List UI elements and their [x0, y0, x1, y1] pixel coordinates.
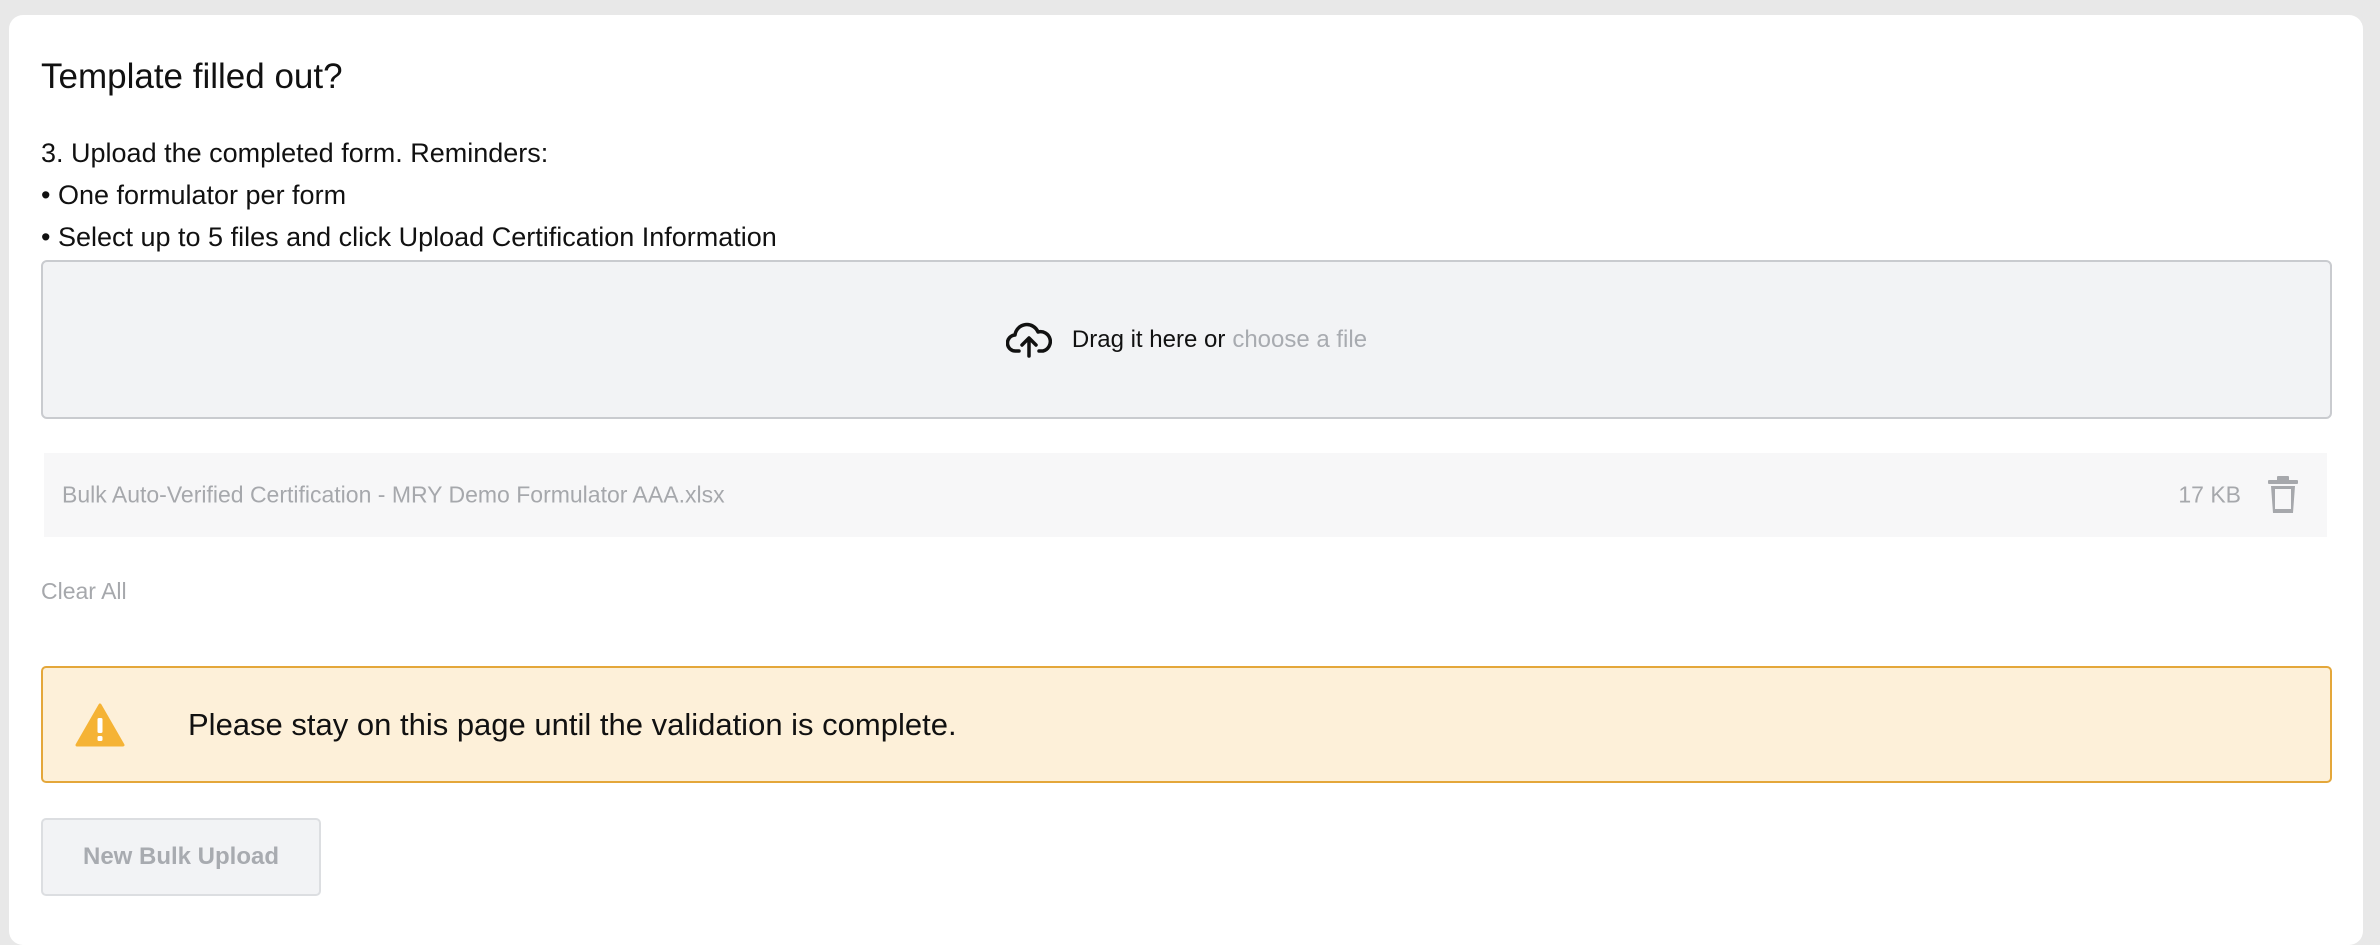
instruction-reminder-one-formulator: • One formulator per form	[41, 180, 347, 210]
uploaded-file-row: Bulk Auto-Verified Certification - MRY D…	[44, 453, 2327, 537]
alert-message: Please stay on this page until the valid…	[188, 706, 957, 742]
new-bulk-upload-button[interactable]: New Bulk Upload	[41, 818, 321, 896]
instruction-step: 3. Upload the completed form. Reminders:	[41, 138, 549, 168]
dropzone-text: Drag it here or	[1071, 325, 1226, 353]
upload-card: Template filled out? 3. Upload the compl…	[9, 15, 2363, 945]
instruction-reminder-file-limit: • Select up to 5 files and click Upload …	[41, 222, 777, 252]
file-size: 17 KB	[2178, 481, 2241, 508]
choose-file-link[interactable]: choose a file	[1232, 326, 1367, 354]
trash-icon[interactable]	[2265, 475, 2301, 515]
validation-alert: Please stay on this page until the valid…	[41, 666, 2332, 783]
dropzone-content: Drag it here or choose a file	[43, 320, 2330, 360]
section-title: Template filled out?	[41, 57, 343, 96]
file-dropzone[interactable]: Drag it here or choose a file	[41, 260, 2332, 419]
file-name: Bulk Auto-Verified Certification - MRY D…	[62, 481, 725, 508]
cloud-upload-icon	[1005, 322, 1052, 358]
warning-icon	[75, 703, 125, 746]
clear-all-link[interactable]: Clear All	[41, 578, 127, 605]
